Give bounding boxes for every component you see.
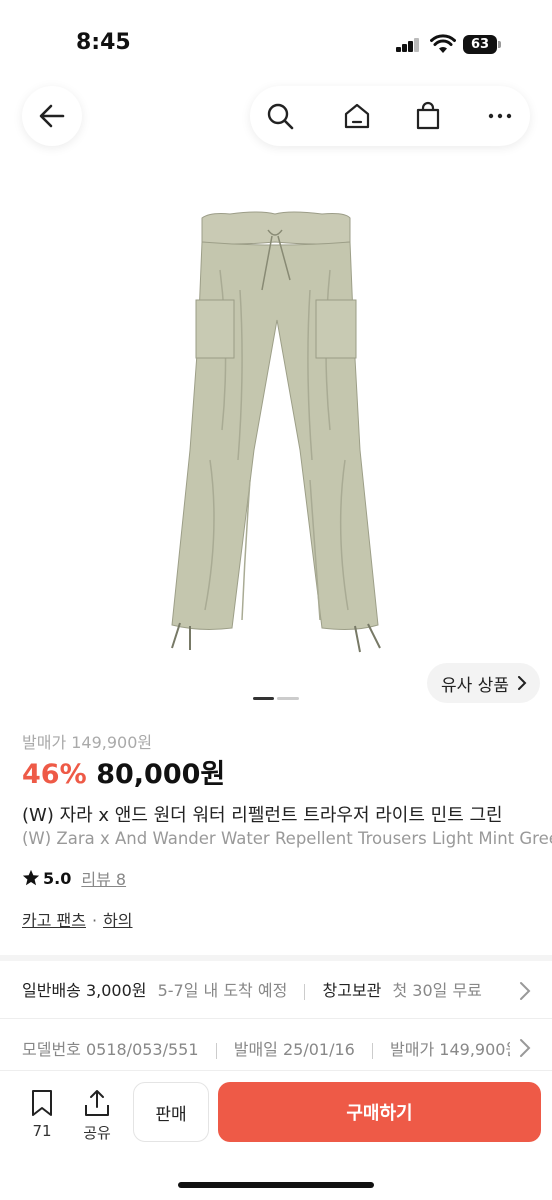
wifi-icon bbox=[430, 34, 456, 53]
share-label: 공유 bbox=[83, 1124, 111, 1142]
model-number: 모델번호 0518/053/551 bbox=[22, 1040, 199, 1059]
page-dot bbox=[277, 697, 299, 700]
status-bar: 8:45 63 bbox=[0, 0, 552, 70]
home-icon bbox=[344, 103, 370, 129]
arrow-left-icon bbox=[39, 104, 65, 128]
image-page-indicator bbox=[253, 697, 299, 700]
row-divider bbox=[0, 1070, 552, 1071]
chevron-right-icon[interactable] bbox=[518, 1038, 532, 1058]
nav-actions bbox=[250, 86, 530, 146]
more-icon bbox=[488, 113, 512, 119]
bookmark-button[interactable]: 71 bbox=[22, 1088, 62, 1148]
share-icon bbox=[85, 1090, 109, 1116]
category-link-bottoms[interactable]: 하의 bbox=[103, 911, 132, 930]
chevron-right-icon[interactable] bbox=[518, 981, 532, 1001]
page-dot-active bbox=[253, 697, 274, 700]
more-button[interactable] bbox=[484, 100, 516, 132]
product-title-korean: (W) 자라 x 앤드 원더 워터 리펠런트 트라우저 라이트 민트 그린 bbox=[22, 805, 503, 826]
similar-products-label: 유사 상품 bbox=[441, 675, 509, 696]
search-button[interactable] bbox=[264, 100, 296, 132]
rating-value: 5.0 bbox=[43, 868, 72, 888]
bookmark-icon bbox=[32, 1090, 52, 1116]
category-breadcrumb: 카고 팬츠 · 하의 bbox=[22, 907, 133, 931]
battery-icon: 63 bbox=[463, 35, 501, 54]
category-separator: · bbox=[91, 911, 98, 930]
shipping-normal-label: 일반배송 3,000원 bbox=[22, 981, 147, 1000]
release-price-label: 발매가 149,900원 bbox=[22, 733, 153, 752]
shipping-row[interactable]: 일반배송 3,000원 5-7일 내 도착 예정 창고보관 첫 30일 무료 bbox=[22, 977, 552, 1001]
review-link[interactable]: 리뷰 8 bbox=[81, 866, 126, 890]
product-title-english: (W) Zara x And Wander Water Repellent Tr… bbox=[22, 829, 552, 848]
buy-button[interactable]: 구매하기 bbox=[218, 1082, 541, 1142]
status-time: 8:45 bbox=[76, 30, 131, 55]
rating-row: 5.0 리뷰 8 bbox=[22, 866, 126, 890]
shopping-bag-icon bbox=[416, 101, 440, 130]
similar-products-button[interactable]: 유사 상품 bbox=[427, 663, 540, 703]
product-photo-cargo-pants[interactable] bbox=[150, 200, 400, 670]
release-date: 발매일 25/01/16 bbox=[233, 1040, 355, 1059]
category-link-cargo[interactable]: 카고 팬츠 bbox=[22, 911, 86, 930]
storage-label: 창고보관 bbox=[322, 981, 382, 1000]
current-price: 80,000원 bbox=[96, 759, 226, 790]
meta-release-price: 발매가 149,900원 bbox=[390, 1040, 510, 1059]
search-icon bbox=[267, 103, 294, 130]
bottom-action-bar: 71 공유 판매 구매하기 bbox=[0, 1072, 552, 1162]
back-button[interactable] bbox=[22, 86, 82, 146]
price-row: 46% 80,000원 bbox=[22, 752, 225, 791]
home-indicator bbox=[178, 1182, 374, 1188]
battery-level: 63 bbox=[470, 37, 490, 52]
chevron-right-icon bbox=[517, 676, 527, 690]
discount-rate: 46% bbox=[22, 759, 87, 790]
row-divider bbox=[0, 1018, 552, 1019]
star-icon bbox=[22, 869, 40, 886]
sell-button[interactable]: 판매 bbox=[133, 1082, 209, 1142]
storage-note: 첫 30일 무료 bbox=[392, 981, 482, 1000]
bookmark-count: 71 bbox=[32, 1122, 52, 1140]
share-button[interactable]: 공유 bbox=[77, 1088, 117, 1148]
section-divider bbox=[0, 955, 552, 961]
shopping-bag-button[interactable] bbox=[412, 100, 444, 132]
product-meta-row: 모델번호 0518/053/551 발매일 25/01/16 발매가 149,9… bbox=[22, 1036, 510, 1060]
shipping-eta: 5-7일 내 도착 예정 bbox=[157, 981, 288, 1000]
signal-icon bbox=[396, 38, 424, 52]
home-button[interactable] bbox=[341, 100, 373, 132]
